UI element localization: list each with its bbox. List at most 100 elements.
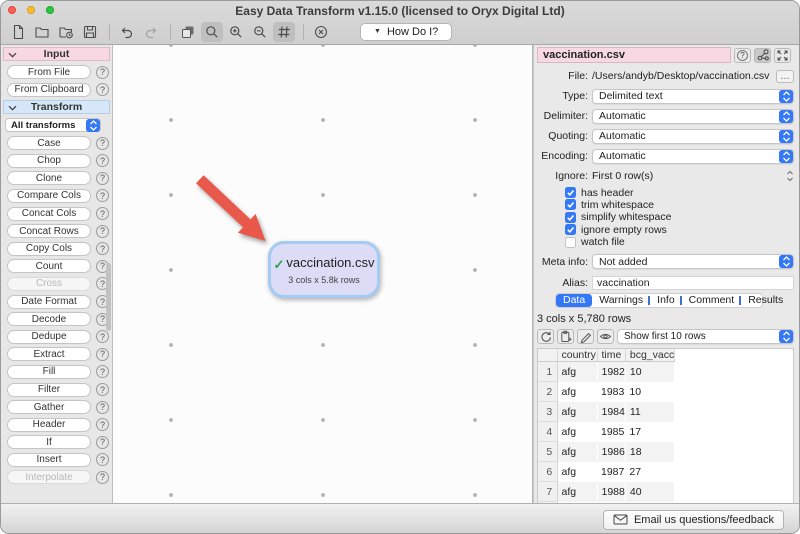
dataset-node-vaccination[interactable]: ✓ vaccination.csv 3 cols x 5.8k rows [268,241,380,298]
help-icon[interactable]: ? [96,189,109,202]
help-icon[interactable]: ? [96,330,109,343]
table-row[interactable]: 2afg198310 [538,382,675,402]
quoting-dropdown[interactable]: Automatic [592,129,794,144]
sidebar-item-case[interactable]: Case [7,136,91,150]
help-icon[interactable]: ? [96,154,109,167]
zoom-out-button[interactable] [249,22,271,42]
sidebar-item-extract[interactable]: Extract [7,347,91,361]
table-row[interactable]: 4afg198517 [538,422,675,442]
browse-file-button[interactable]: … [776,70,794,83]
col-header-country[interactable]: country [557,349,597,362]
col-header-time[interactable]: time [597,349,625,362]
help-icon[interactable]: ? [96,242,109,255]
alias-field[interactable]: vaccination [592,276,794,290]
help-icon[interactable]: ? [96,83,109,96]
sidebar-item-decode[interactable]: Decode [7,312,91,326]
sidebar-item-from-file[interactable]: From File [7,65,91,79]
help-icon[interactable]: ? [96,418,109,431]
zoom-in-button[interactable] [225,22,247,42]
tab-warnings[interactable]: Warnings [592,294,650,307]
sidebar-item-header[interactable]: Header [7,418,91,432]
table-row[interactable]: 1afg198210 [538,362,675,382]
sidebar-item-chop[interactable]: Chop [7,154,91,168]
help-icon[interactable]: ? [96,401,109,414]
file-path-value[interactable]: /Users/andyb/Desktop/vaccination.csv [592,70,769,82]
sidebar-item-date-format[interactable]: Date Format [7,295,91,309]
copy-table-button[interactable] [557,329,574,344]
sidebar-item-copy-cols[interactable]: Copy Cols [7,242,91,256]
ignore-rows-field[interactable]: First 0 row(s) [592,170,653,182]
transform-filter-dropdown[interactable]: All transforms [5,118,101,132]
col-header-bcg-vacc[interactable]: bcg_vacc [625,349,674,362]
search-button[interactable] [201,22,223,42]
ignore-empty-rows-checkbox[interactable] [565,224,576,235]
toggle-grid-button[interactable] [273,22,295,42]
table-row[interactable]: 6afg198727 [538,462,675,482]
show-rows-dropdown[interactable]: Show first 10 rows [617,329,794,344]
has-header-checkbox[interactable] [565,187,576,198]
help-icon[interactable]: ? [96,348,109,361]
sidebar-item-concat-rows[interactable]: Concat Rows [7,224,91,238]
sidebar-item-dedupe[interactable]: Dedupe [7,330,91,344]
cancel-button[interactable] [310,22,332,42]
email-feedback-button[interactable]: Email us questions/feedback [603,510,784,530]
sidebar-item-fill[interactable]: Fill [7,365,91,379]
expand-panel-button[interactable] [774,48,791,63]
help-icon[interactable]: ? [96,383,109,396]
transform-section-header[interactable]: Transform [3,100,110,114]
sidebar-item-count[interactable]: Count [7,259,91,273]
help-icon[interactable]: ? [96,137,109,150]
new-file-button[interactable] [7,22,29,42]
table-row[interactable]: 7afg198840 [538,482,675,502]
minimize-window-button[interactable] [27,6,35,14]
help-icon[interactable]: ? [96,471,109,484]
view-table-button[interactable] [597,329,614,344]
sidebar-item-compare-cols[interactable]: Compare Cols [7,189,91,203]
close-window-button[interactable] [8,6,16,14]
save-button[interactable] [79,22,101,42]
redo-button[interactable] [140,22,162,42]
help-icon[interactable]: ? [96,225,109,238]
help-icon[interactable]: ? [96,66,109,79]
tab-data[interactable]: Data [556,294,592,307]
open-file-button[interactable] [31,22,53,42]
type-dropdown[interactable]: Delimited text [592,89,794,104]
sidebar-item-from-clipboard[interactable]: From Clipboard [7,83,91,97]
help-icon[interactable]: ? [96,172,109,185]
data-table-area[interactable]: country time bcg_vacc 1afg198210 2afg198… [537,348,794,503]
tab-results[interactable]: Results [741,294,790,307]
delimiter-dropdown[interactable]: Automatic [592,109,794,124]
tab-info[interactable]: Info [650,294,682,307]
node-view-button[interactable] [754,48,771,63]
sidebar-item-if[interactable]: If [7,435,91,449]
sidebar-item-clone[interactable]: Clone [7,171,91,185]
sidebar-item-gather[interactable]: Gather [7,400,91,414]
encoding-dropdown[interactable]: Automatic [592,149,794,164]
table-row[interactable]: 5afg198618 [538,442,675,462]
canvas[interactable]: ✓ vaccination.csv 3 cols x 5.8k rows [113,45,532,503]
trim-whitespace-checkbox[interactable] [565,199,576,210]
sidebar-item-insert[interactable]: Insert [7,453,91,467]
meta-info-dropdown[interactable]: Not added [592,254,794,269]
table-row[interactable]: 8afg198938 [538,502,675,503]
help-icon[interactable]: ? [96,365,109,378]
table-row[interactable]: 3afg198411 [538,402,675,422]
simplify-whitespace-checkbox[interactable] [565,212,576,223]
edit-table-button[interactable] [577,329,594,344]
refresh-button[interactable] [537,329,554,344]
sidebar-item-filter[interactable]: Filter [7,383,91,397]
node-name-field[interactable]: vaccination.csv [537,47,731,63]
sidebar-scrollbar[interactable] [106,263,111,331]
how-do-i-button[interactable]: ▼ How Do I? [360,23,452,41]
help-icon[interactable]: ? [96,453,109,466]
watch-file-checkbox[interactable] [565,237,576,248]
open-recent-button[interactable] [55,22,77,42]
help-icon[interactable]: ? [96,207,109,220]
input-section-header[interactable]: Input [3,47,110,61]
spinner-icon[interactable] [786,170,794,182]
tab-comment[interactable]: Comment [682,294,742,307]
undo-button[interactable] [116,22,138,42]
sidebar-item-concat-cols[interactable]: Concat Cols [7,207,91,221]
help-icon[interactable]: ? [96,436,109,449]
panel-help-button[interactable]: ? [734,48,751,63]
